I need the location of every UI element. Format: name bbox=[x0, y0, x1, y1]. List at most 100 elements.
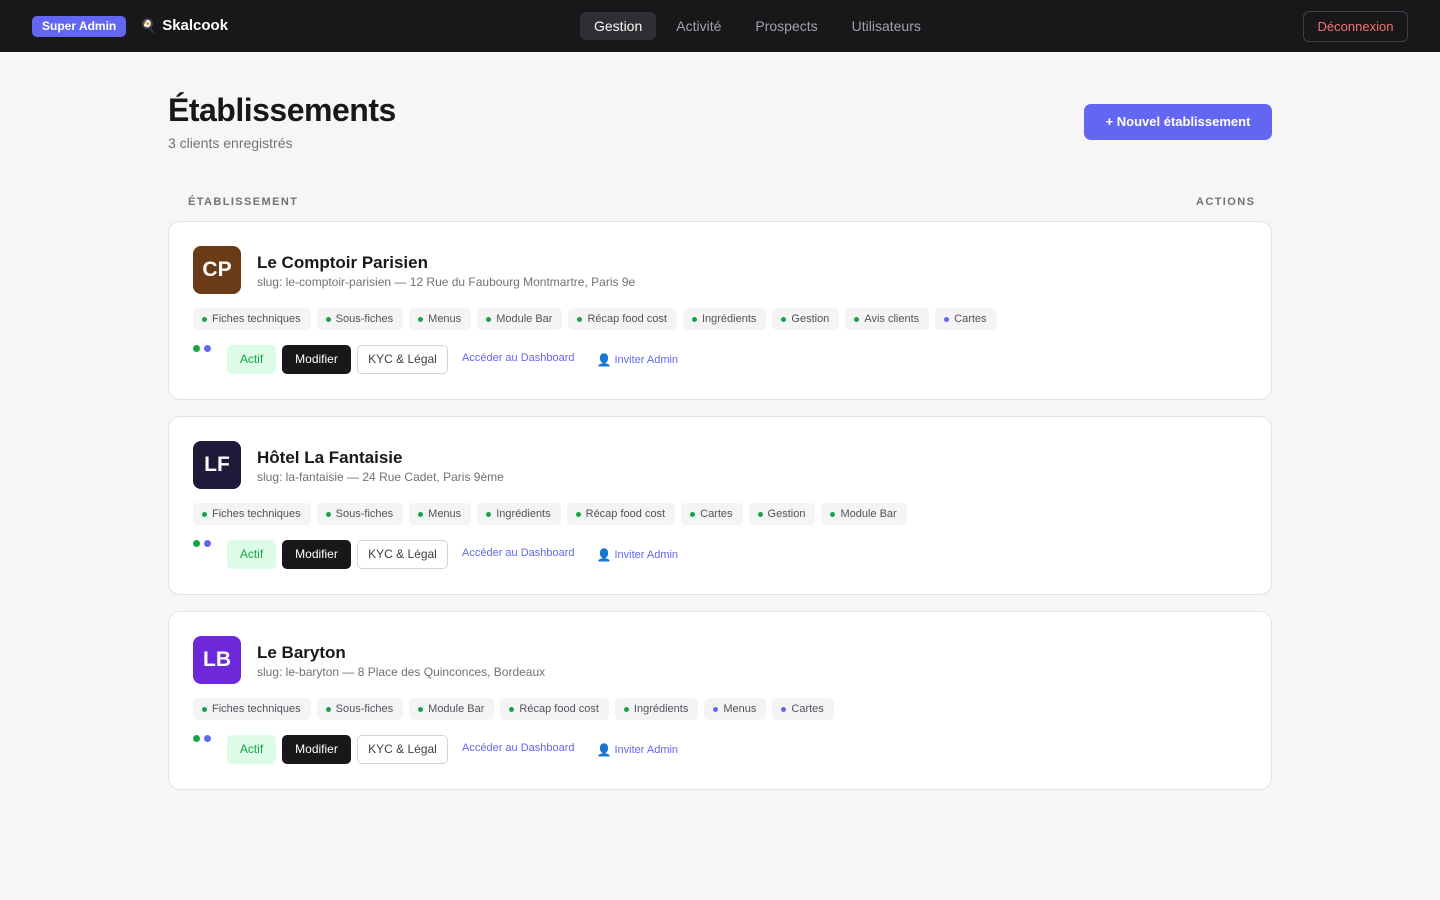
main-nav: Gestion Activité Prospects Utilisateurs bbox=[580, 12, 935, 40]
establishment-slug: slug: le-baryton — 8 Place des Quinconce… bbox=[257, 665, 546, 679]
status-dot-icon bbox=[781, 316, 787, 322]
edit-button[interactable]: Modifier bbox=[282, 735, 351, 764]
status-dot-icon bbox=[690, 511, 696, 517]
new-establishment-button[interactable]: + Nouvel établissement bbox=[1084, 104, 1272, 140]
module-tag-label: Ingrédients bbox=[496, 508, 551, 520]
green-dot-icon bbox=[193, 345, 200, 352]
super-admin-badge: Super Admin bbox=[32, 16, 127, 37]
dashboard-link[interactable]: Accéder au Dashboard bbox=[462, 352, 575, 364]
module-tag-label: Récap food cost bbox=[587, 313, 667, 325]
dashboard-link[interactable]: Accéder au Dashboard bbox=[462, 742, 575, 754]
module-tag: Récap food cost bbox=[500, 698, 609, 720]
nav-gestion[interactable]: Gestion bbox=[580, 12, 657, 40]
module-tag: Sous-fiches bbox=[316, 308, 404, 330]
status-dot-icon bbox=[713, 706, 719, 712]
status-dot-icon bbox=[325, 706, 331, 712]
module-tag-label: Récap food cost bbox=[519, 703, 599, 715]
kyc-button[interactable]: KYC & Légal bbox=[357, 540, 448, 569]
invite-admin-link[interactable]: 👤 Inviter Admin bbox=[597, 548, 679, 562]
status-dot-icon bbox=[418, 706, 424, 712]
page-subtitle: 3 clients enregistrés bbox=[168, 135, 293, 151]
status-dot-icon bbox=[486, 316, 492, 322]
module-tag: Fiches techniques bbox=[193, 308, 311, 330]
module-tag: Ingrédients bbox=[477, 503, 561, 525]
top-bar: Super Admin 🍳 Skalcook Gestion Activité … bbox=[0, 0, 1440, 52]
module-tag-label: Sous-fiches bbox=[335, 313, 394, 325]
status-dots bbox=[193, 345, 211, 352]
status-dot-icon bbox=[418, 511, 424, 517]
module-tag: Ingrédients bbox=[614, 698, 699, 720]
person-icon: 👤 bbox=[596, 547, 612, 562]
status-dot-icon bbox=[830, 511, 836, 517]
status-badge: Actif bbox=[227, 540, 276, 569]
status-dot-icon bbox=[575, 511, 581, 517]
status-dot-icon bbox=[509, 706, 515, 712]
brand[interactable]: 🍳 Skalcook bbox=[140, 17, 228, 35]
module-tag-label: Récap food cost bbox=[585, 508, 666, 520]
module-tags: Fiches techniques Sous-fiches Menus Module … bbox=[193, 308, 997, 330]
module-tag-label: Ingrédients bbox=[701, 313, 757, 325]
module-tag: Menus bbox=[409, 503, 472, 525]
kyc-button[interactable]: KYC & Légal bbox=[357, 735, 448, 764]
module-tag-label: Ingrédients bbox=[633, 703, 689, 715]
status-badge: Actif bbox=[227, 735, 276, 764]
module-tag: Avis clients bbox=[845, 308, 930, 330]
module-tag-label: Fiches techniques bbox=[212, 508, 301, 520]
status-dot-icon bbox=[577, 316, 583, 322]
person-icon: 👤 bbox=[596, 352, 612, 367]
invite-admin-label: Inviter Admin bbox=[614, 548, 679, 561]
module-tag: Menus bbox=[409, 308, 472, 330]
status-dots bbox=[193, 735, 211, 742]
module-tag-label: Menus bbox=[723, 703, 757, 715]
status-dot-icon bbox=[202, 316, 207, 322]
module-tag-label: Cartes bbox=[954, 313, 987, 325]
module-tag-label: Menus bbox=[428, 508, 462, 520]
module-tag-label: Module Bar bbox=[428, 703, 485, 715]
status-dot-icon bbox=[854, 316, 860, 322]
green-dot-icon bbox=[193, 540, 200, 547]
module-tag-label: Gestion bbox=[791, 313, 830, 325]
module-tags: Fiches techniques Sous-fiches Module Bar Ré… bbox=[193, 698, 834, 720]
module-tag: Gestion bbox=[748, 503, 816, 525]
status-badge: Actif bbox=[227, 345, 276, 374]
status-dot-icon bbox=[418, 316, 424, 322]
avatar: LF bbox=[193, 441, 241, 489]
establishment-slug: slug: la-fantaisie — 24 Rue Cadet, Paris… bbox=[257, 470, 504, 484]
module-tag: Gestion bbox=[772, 308, 840, 330]
module-tag-label: Sous-fiches bbox=[335, 508, 394, 520]
logout-button[interactable]: Déconnexion bbox=[1303, 11, 1408, 42]
module-tag: Récap food cost bbox=[566, 503, 676, 525]
status-dot-icon bbox=[781, 706, 787, 712]
module-tag: Ingrédients bbox=[682, 308, 767, 330]
establishment-name: Hôtel La Fantaisie bbox=[257, 448, 403, 467]
card-actions: Actif Modifier KYC & Légal Accéder au Dashb… bbox=[227, 735, 678, 764]
green-dot-icon bbox=[193, 735, 200, 742]
nav-activite[interactable]: Activité bbox=[662, 12, 735, 40]
module-tag-label: Cartes bbox=[700, 508, 733, 520]
module-tag: Récap food cost bbox=[568, 308, 677, 330]
column-header-actions: ACTIONS bbox=[1196, 196, 1256, 208]
nav-prospects[interactable]: Prospects bbox=[741, 12, 831, 40]
establishment-name: Le Comptoir Parisien bbox=[257, 253, 428, 272]
module-tag: Fiches techniques bbox=[193, 503, 311, 525]
module-tag: Sous-fiches bbox=[316, 503, 404, 525]
nav-utilisateurs[interactable]: Utilisateurs bbox=[838, 12, 935, 40]
invite-admin-link[interactable]: 👤 Inviter Admin bbox=[597, 743, 679, 757]
brand-name: Skalcook bbox=[162, 17, 229, 34]
status-dot-icon bbox=[325, 511, 331, 517]
kyc-button[interactable]: KYC & Légal bbox=[357, 345, 448, 374]
frying-pan-icon: 🍳 bbox=[140, 18, 157, 33]
column-header-establishment: ÉTABLISSEMENT bbox=[188, 196, 299, 208]
module-tag-label: Module Bar bbox=[840, 508, 897, 520]
module-tag: Module Bar bbox=[821, 503, 907, 525]
invite-admin-label: Inviter Admin bbox=[614, 743, 679, 756]
module-tag: Cartes bbox=[772, 698, 834, 720]
edit-button[interactable]: Modifier bbox=[282, 540, 351, 569]
establishment-card: LB Le Baryton slug: le-baryton — 8 Place d… bbox=[168, 611, 1272, 790]
module-tag-label: Cartes bbox=[791, 703, 824, 715]
avatar: LB bbox=[193, 636, 241, 684]
module-tag-label: Fiches techniques bbox=[212, 313, 301, 325]
edit-button[interactable]: Modifier bbox=[282, 345, 351, 374]
invite-admin-link[interactable]: 👤 Inviter Admin bbox=[597, 353, 679, 367]
dashboard-link[interactable]: Accéder au Dashboard bbox=[462, 547, 575, 559]
